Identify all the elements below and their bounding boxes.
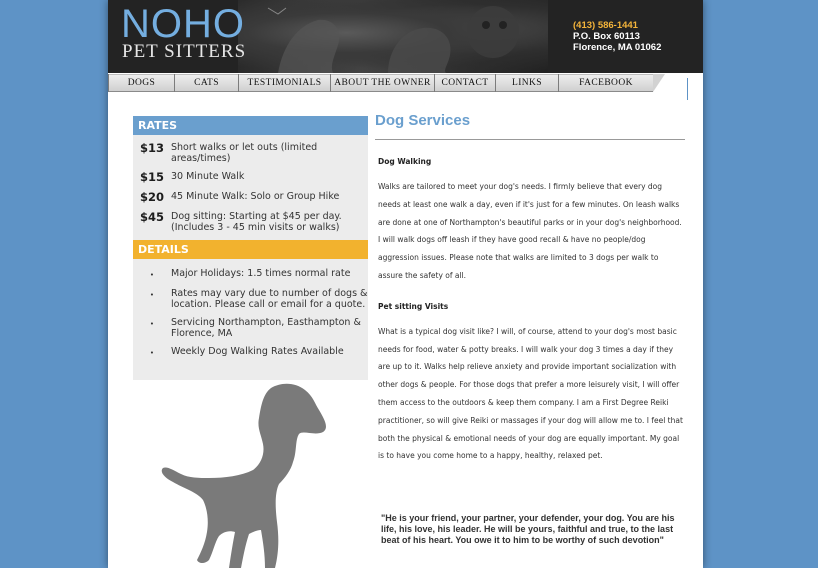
rate-description: Dog sitting: Starting at $45 per day. (I…	[171, 211, 342, 233]
rate-price: $13	[140, 141, 165, 155]
main-nav: DOGS CATS TESTIMONIALS ABOUT THE OWNER C…	[108, 74, 703, 94]
detail-text: Weekly Dog Walking Rates Available	[171, 346, 344, 357]
page-container: NOHO PET SITTERS (413) 586-1441 P.O. Box…	[108, 0, 703, 568]
detail-text: Servicing Northampton, Easthampton & Flo…	[171, 317, 361, 339]
list-item: • Major Holidays: 1.5 times normal rate	[133, 267, 368, 287]
list-item: • Servicing Northampton, Easthampton & F…	[133, 316, 368, 345]
rate-price: $20	[140, 190, 165, 204]
sidebar: RATES $13 Short walks or let outs (limit…	[133, 116, 368, 380]
quote-text: "He is your friend, your partner, your d…	[381, 513, 675, 545]
address-line-1: P.O. Box 60113	[573, 31, 640, 42]
nav-item-links[interactable]: LINKS	[496, 74, 559, 92]
rates-list: $13 Short walks or let outs (limited are…	[133, 135, 368, 240]
main-content: Dog Services Dog Walking Walks are tailo…	[375, 112, 685, 465]
rate-description: 30 Minute Walk	[171, 171, 245, 182]
bullet-icon: •	[149, 271, 155, 279]
rate-row: $20 45 Minute Walk: Solo or Group Hike	[133, 187, 368, 207]
logo-title[interactable]: NOHO	[121, 4, 245, 44]
dog-silhouette-image	[153, 382, 353, 568]
logo-subtitle[interactable]: PET SITTERS	[122, 42, 246, 62]
nav-item-contact[interactable]: CONTACT	[435, 74, 496, 92]
detail-text: Rates may vary due to number of dogs & l…	[171, 288, 368, 310]
nav-item-about-the-owner[interactable]: ABOUT THE OWNER	[331, 74, 435, 92]
bullet-icon: •	[149, 349, 155, 357]
list-item: • Rates may vary due to number of dogs &…	[133, 287, 368, 316]
nav-item-cats[interactable]: CATS	[175, 74, 239, 92]
rate-row: $15 30 Minute Walk	[133, 167, 368, 187]
nav-divider-line	[687, 78, 688, 100]
rate-description: Short walks or let outs (limited areas/t…	[171, 142, 318, 164]
header: NOHO PET SITTERS (413) 586-1441 P.O. Box…	[108, 0, 703, 73]
list-item: • Weekly Dog Walking Rates Available	[133, 345, 368, 365]
rate-description: 45 Minute Walk: Solo or Group Hike	[171, 191, 340, 202]
bullet-icon: •	[149, 320, 155, 328]
rate-row: $13 Short walks or let outs (limited are…	[133, 138, 368, 167]
page-title: Dog Services	[375, 112, 685, 140]
rates-heading: RATES	[133, 116, 368, 135]
phone-number: (413) 586-1441	[573, 20, 638, 31]
dog-walking-text: Walks are tailored to meet your dog's ne…	[378, 182, 682, 280]
rate-price: $45	[140, 210, 165, 224]
detail-text: Major Holidays: 1.5 times normal rate	[171, 268, 351, 279]
contact-info: (413) 586-1441 P.O. Box 60113 Florence, …	[573, 20, 661, 53]
pet-sitting-text: What is a typical dog visit like? I will…	[378, 326, 683, 461]
address-line-2: Florence, MA 01062	[573, 42, 662, 53]
nav-item-dogs[interactable]: DOGS	[108, 74, 175, 92]
nav-bar-tail	[653, 74, 665, 92]
nav-item-testimonials[interactable]: TESTIMONIALS	[239, 74, 331, 92]
pet-sitting-heading: Pet sitting Visits	[378, 301, 449, 311]
header-dogs-photo	[238, 0, 548, 73]
details-list: • Major Holidays: 1.5 times normal rate …	[133, 259, 368, 380]
rate-price: $15	[140, 170, 165, 184]
bullet-icon: •	[149, 291, 155, 299]
dog-walking-heading: Dog Walking	[378, 157, 432, 166]
rate-row: $45 Dog sitting: Starting at $45 per day…	[133, 207, 368, 236]
details-heading: DETAILS	[133, 240, 368, 259]
nav-item-facebook[interactable]: FACEBOOK	[559, 74, 653, 92]
